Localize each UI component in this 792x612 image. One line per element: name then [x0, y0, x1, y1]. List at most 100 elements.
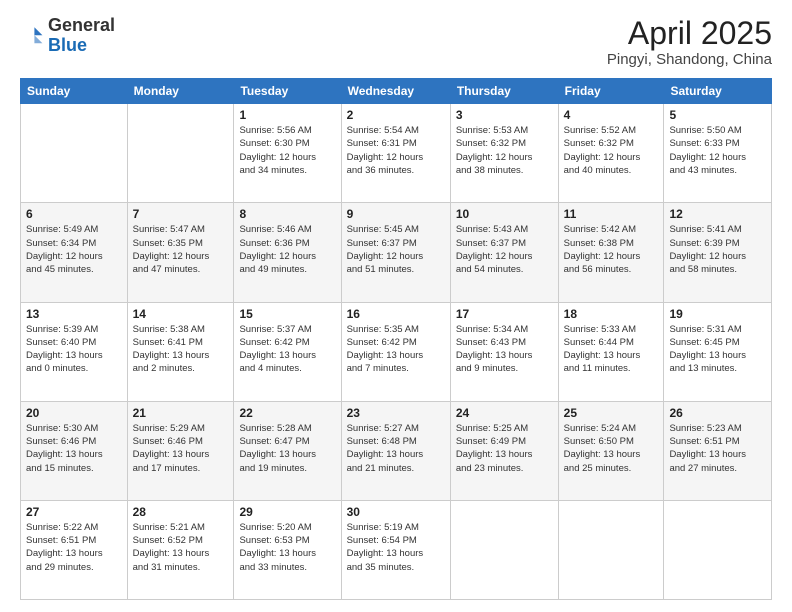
day-info: Sunrise: 5:37 AM Sunset: 6:42 PM Dayligh…	[239, 323, 335, 376]
calendar-day	[127, 104, 234, 203]
day-number: 18	[564, 307, 659, 321]
day-number: 26	[669, 406, 766, 420]
calendar-day: 30 Sunrise: 5:19 AM Sunset: 6:54 PM Dayli…	[341, 500, 450, 599]
header: General Blue April 2025 Pingyi, Shandong…	[20, 16, 772, 68]
day-number: 22	[239, 406, 335, 420]
day-number: 3	[456, 108, 553, 122]
calendar-day: 17Sunrise: 5:34 AM Sunset: 6:43 PM Dayli…	[450, 302, 558, 401]
day-info: Sunrise: 5:43 AM Sunset: 6:37 PM Dayligh…	[456, 223, 553, 276]
calendar-day: 24 Sunrise: 5:25 AM Sunset: 6:49 PM Dayli…	[450, 401, 558, 500]
logo-blue: Blue	[48, 35, 87, 55]
calendar-day: 23Sunrise: 5:27 AM Sunset: 6:48 PM Dayli…	[341, 401, 450, 500]
day-header-thursday: Thursday	[450, 79, 558, 104]
day-number: 28	[133, 505, 229, 519]
day-info: Sunrise: 5:46 AM Sunset: 6:36 PM Dayligh…	[239, 223, 335, 276]
day-info: Sunrise: 5:21 AM Sunset: 6:52 PM Dayligh…	[133, 521, 229, 574]
day-number: 15	[239, 307, 335, 321]
day-number: 30	[347, 505, 445, 519]
logo-text: General Blue	[48, 16, 115, 56]
day-info: Sunrise: 5:31 AM Sunset: 6:45 PM Dayligh…	[669, 323, 766, 376]
day-info: Sunrise: 5:45 AM Sunset: 6:37 PM Dayligh…	[347, 223, 445, 276]
calendar-day: 8Sunrise: 5:46 AM Sunset: 6:36 PM Daylig…	[234, 203, 341, 302]
calendar-week-row: 6 Sunrise: 5:49 AM Sunset: 6:34 PM Daylig…	[21, 203, 772, 302]
day-info: Sunrise: 5:41 AM Sunset: 6:39 PM Dayligh…	[669, 223, 766, 276]
day-info: Sunrise: 5:34 AM Sunset: 6:43 PM Dayligh…	[456, 323, 553, 376]
day-info: Sunrise: 5:33 AM Sunset: 6:44 PM Dayligh…	[564, 323, 659, 376]
day-number: 6	[26, 207, 122, 221]
day-info: Sunrise: 5:54 AM Sunset: 6:31 PM Dayligh…	[347, 124, 445, 177]
calendar-day: 1 Sunrise: 5:56 AM Sunset: 6:30 PM Daylig…	[234, 104, 341, 203]
day-info: Sunrise: 5:27 AM Sunset: 6:48 PM Dayligh…	[347, 422, 445, 475]
day-number: 11	[564, 207, 659, 221]
calendar: SundayMondayTuesdayWednesdayThursdayFrid…	[20, 78, 772, 600]
day-info: Sunrise: 5:20 AM Sunset: 6:53 PM Dayligh…	[239, 521, 335, 574]
page: General Blue April 2025 Pingyi, Shandong…	[0, 0, 792, 612]
day-info: Sunrise: 5:35 AM Sunset: 6:42 PM Dayligh…	[347, 323, 445, 376]
calendar-day: 29Sunrise: 5:20 AM Sunset: 6:53 PM Dayli…	[234, 500, 341, 599]
day-header-saturday: Saturday	[664, 79, 772, 104]
day-info: Sunrise: 5:28 AM Sunset: 6:47 PM Dayligh…	[239, 422, 335, 475]
calendar-day: 13Sunrise: 5:39 AM Sunset: 6:40 PM Dayli…	[21, 302, 128, 401]
day-header-sunday: Sunday	[21, 79, 128, 104]
calendar-day: 2 Sunrise: 5:54 AM Sunset: 6:31 PM Daylig…	[341, 104, 450, 203]
day-number: 16	[347, 307, 445, 321]
day-info: Sunrise: 5:25 AM Sunset: 6:49 PM Dayligh…	[456, 422, 553, 475]
calendar-day: 21 Sunrise: 5:29 AM Sunset: 6:46 PM Dayli…	[127, 401, 234, 500]
day-header-wednesday: Wednesday	[341, 79, 450, 104]
main-title: April 2025	[607, 16, 772, 51]
day-info: Sunrise: 5:39 AM Sunset: 6:40 PM Dayligh…	[26, 323, 122, 376]
day-info: Sunrise: 5:19 AM Sunset: 6:54 PM Dayligh…	[347, 521, 445, 574]
day-info: Sunrise: 5:53 AM Sunset: 6:32 PM Dayligh…	[456, 124, 553, 177]
day-info: Sunrise: 5:56 AM Sunset: 6:30 PM Dayligh…	[239, 124, 335, 177]
day-number: 21	[133, 406, 229, 420]
day-number: 2	[347, 108, 445, 122]
calendar-day: 25 Sunrise: 5:24 AM Sunset: 6:50 PM Dayli…	[558, 401, 664, 500]
calendar-day: 26 Sunrise: 5:23 AM Sunset: 6:51 PM Dayli…	[664, 401, 772, 500]
day-info: Sunrise: 5:22 AM Sunset: 6:51 PM Dayligh…	[26, 521, 122, 574]
day-number: 24	[456, 406, 553, 420]
calendar-header-row: SundayMondayTuesdayWednesdayThursdayFrid…	[21, 79, 772, 104]
day-info: Sunrise: 5:23 AM Sunset: 6:51 PM Dayligh…	[669, 422, 766, 475]
day-number: 10	[456, 207, 553, 221]
logo-icon	[20, 24, 44, 48]
day-header-friday: Friday	[558, 79, 664, 104]
calendar-week-row: 27Sunrise: 5:22 AM Sunset: 6:51 PM Dayli…	[21, 500, 772, 599]
logo: General Blue	[20, 16, 115, 56]
calendar-day	[664, 500, 772, 599]
calendar-day: 14 Sunrise: 5:38 AM Sunset: 6:41 PM Dayli…	[127, 302, 234, 401]
day-number: 7	[133, 207, 229, 221]
calendar-week-row: 13Sunrise: 5:39 AM Sunset: 6:40 PM Dayli…	[21, 302, 772, 401]
calendar-day: 22 Sunrise: 5:28 AM Sunset: 6:47 PM Dayli…	[234, 401, 341, 500]
calendar-day: 19 Sunrise: 5:31 AM Sunset: 6:45 PM Dayli…	[664, 302, 772, 401]
day-info: Sunrise: 5:52 AM Sunset: 6:32 PM Dayligh…	[564, 124, 659, 177]
calendar-day: 16 Sunrise: 5:35 AM Sunset: 6:42 PM Dayli…	[341, 302, 450, 401]
day-info: Sunrise: 5:29 AM Sunset: 6:46 PM Dayligh…	[133, 422, 229, 475]
day-number: 9	[347, 207, 445, 221]
calendar-day: 27Sunrise: 5:22 AM Sunset: 6:51 PM Dayli…	[21, 500, 128, 599]
day-number: 14	[133, 307, 229, 321]
day-number: 5	[669, 108, 766, 122]
day-header-monday: Monday	[127, 79, 234, 104]
calendar-day: 20 Sunrise: 5:30 AM Sunset: 6:46 PM Dayli…	[21, 401, 128, 500]
calendar-day: 5 Sunrise: 5:50 AM Sunset: 6:33 PM Daylig…	[664, 104, 772, 203]
calendar-day: 11 Sunrise: 5:42 AM Sunset: 6:38 PM Dayli…	[558, 203, 664, 302]
day-info: Sunrise: 5:30 AM Sunset: 6:46 PM Dayligh…	[26, 422, 122, 475]
day-info: Sunrise: 5:50 AM Sunset: 6:33 PM Dayligh…	[669, 124, 766, 177]
day-number: 25	[564, 406, 659, 420]
day-header-tuesday: Tuesday	[234, 79, 341, 104]
logo-general: General	[48, 15, 115, 35]
day-info: Sunrise: 5:24 AM Sunset: 6:50 PM Dayligh…	[564, 422, 659, 475]
calendar-day	[450, 500, 558, 599]
calendar-day: 7 Sunrise: 5:47 AM Sunset: 6:35 PM Daylig…	[127, 203, 234, 302]
day-info: Sunrise: 5:47 AM Sunset: 6:35 PM Dayligh…	[133, 223, 229, 276]
day-info: Sunrise: 5:42 AM Sunset: 6:38 PM Dayligh…	[564, 223, 659, 276]
day-number: 20	[26, 406, 122, 420]
day-info: Sunrise: 5:38 AM Sunset: 6:41 PM Dayligh…	[133, 323, 229, 376]
calendar-day: 4 Sunrise: 5:52 AM Sunset: 6:32 PM Daylig…	[558, 104, 664, 203]
day-number: 19	[669, 307, 766, 321]
subtitle: Pingyi, Shandong, China	[607, 51, 772, 68]
day-number: 1	[239, 108, 335, 122]
calendar-day: 12Sunrise: 5:41 AM Sunset: 6:39 PM Dayli…	[664, 203, 772, 302]
day-number: 4	[564, 108, 659, 122]
day-info: Sunrise: 5:49 AM Sunset: 6:34 PM Dayligh…	[26, 223, 122, 276]
